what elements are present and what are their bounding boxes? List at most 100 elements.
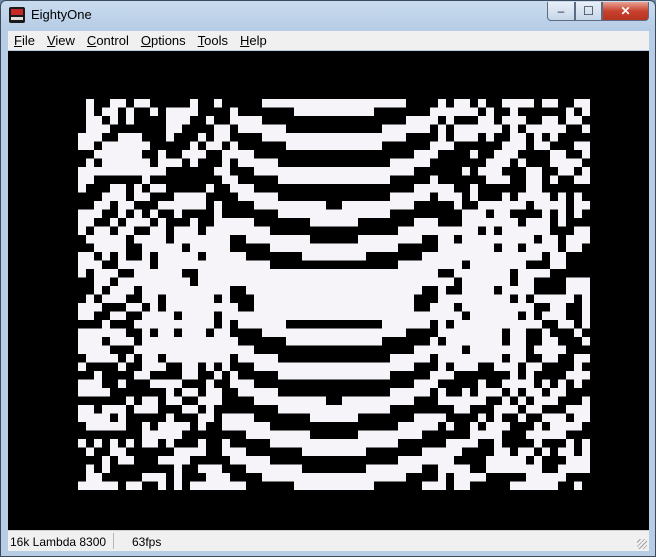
display-pixel [214, 167, 222, 176]
display-pixel [358, 175, 366, 184]
display-pixel [558, 201, 566, 210]
display-pixel [158, 158, 166, 167]
display-pixel [486, 422, 494, 431]
emulator-display[interactable] [8, 51, 649, 530]
display-pixel [326, 311, 334, 320]
display-pixel [102, 235, 110, 244]
display-pixel [190, 405, 198, 414]
resize-grip-icon[interactable] [637, 539, 647, 549]
display-pixel [438, 99, 446, 108]
display-pixel [158, 379, 166, 388]
display-pixel [310, 167, 318, 176]
display-pixel [518, 337, 526, 346]
display-pixel [254, 388, 262, 397]
display-pixel [86, 116, 94, 125]
display-pixel [366, 286, 374, 295]
display-pixel [270, 303, 278, 312]
display-pixel [478, 209, 486, 218]
display-pixel [150, 405, 158, 414]
display-pixel [310, 328, 318, 337]
display-pixel [382, 277, 390, 286]
display-pixel [230, 218, 238, 227]
display-pixel [566, 422, 574, 431]
menu-help[interactable]: Help [234, 33, 273, 48]
display-pixel [366, 107, 374, 116]
display-pixel [182, 337, 190, 346]
display-pixel [134, 405, 142, 414]
display-pixel [550, 201, 558, 210]
display-pixel [462, 252, 470, 261]
display-pixel [542, 345, 550, 354]
display-pixel [470, 107, 478, 116]
menu-tools[interactable]: Tools [192, 33, 234, 48]
display-pixel [166, 303, 174, 312]
display-pixel [574, 209, 582, 218]
display-pixel [502, 226, 510, 235]
display-pixel [174, 422, 182, 431]
display-pixel [78, 345, 86, 354]
display-pixel [270, 473, 278, 482]
close-button[interactable]: ✕ [602, 2, 649, 21]
display-pixel [326, 371, 334, 380]
display-pixel [318, 252, 326, 261]
display-pixel [478, 396, 486, 405]
menu-control[interactable]: Control [81, 33, 135, 48]
display-pixel [406, 294, 414, 303]
menu-view[interactable]: View [41, 33, 81, 48]
display-pixel [270, 430, 278, 439]
display-pixel [94, 413, 102, 422]
display-pixel [310, 294, 318, 303]
display-pixel [302, 328, 310, 337]
display-pixel [86, 422, 94, 431]
zx81-icon[interactable] [9, 7, 25, 23]
display-pixel [94, 260, 102, 269]
display-pixel [238, 379, 246, 388]
display-pixel [238, 311, 246, 320]
display-pixel [158, 430, 166, 439]
display-pixel [158, 481, 166, 490]
display-pixel [422, 481, 430, 490]
display-pixel [438, 396, 446, 405]
menu-file[interactable]: File [8, 33, 41, 48]
display-pixel [190, 218, 198, 227]
display-pixel [102, 456, 110, 465]
display-pixel [206, 396, 214, 405]
display-pixel [550, 158, 558, 167]
display-pixel [382, 328, 390, 337]
display-pixel [326, 141, 334, 150]
menu-options[interactable]: Options [135, 33, 192, 48]
display-pixel [454, 260, 462, 269]
minimize-icon: – [557, 4, 565, 18]
display-pixel [302, 167, 310, 176]
display-pixel [366, 405, 374, 414]
display-pixel [270, 354, 278, 363]
display-pixel [150, 209, 158, 218]
display-pixel [510, 218, 518, 227]
display-pixel [166, 456, 174, 465]
display-pixel [214, 141, 222, 150]
display-pixel [398, 158, 406, 167]
display-pixel [262, 396, 270, 405]
display-pixel [446, 345, 454, 354]
display-pixel [438, 133, 446, 142]
display-pixel [534, 481, 542, 490]
display-pixel [278, 99, 286, 108]
display-pixel [462, 320, 470, 329]
minimize-button[interactable]: – [547, 2, 575, 21]
display-pixel [510, 286, 518, 295]
display-pixel [374, 303, 382, 312]
maximize-button[interactable]: ☐ [575, 2, 602, 21]
display-pixel [470, 345, 478, 354]
display-pixel [342, 175, 350, 184]
display-pixel [414, 311, 422, 320]
display-pixel [230, 303, 238, 312]
display-pixel [94, 473, 102, 482]
display-pixel [422, 124, 430, 133]
title-bar[interactable]: EightyOne – ☐ ✕ [1, 1, 655, 29]
display-pixel [110, 218, 118, 227]
display-pixel [310, 286, 318, 295]
display-pixel [238, 413, 246, 422]
display-pixel [358, 269, 366, 278]
display-pixel [438, 243, 446, 252]
display-pixel [342, 481, 350, 490]
